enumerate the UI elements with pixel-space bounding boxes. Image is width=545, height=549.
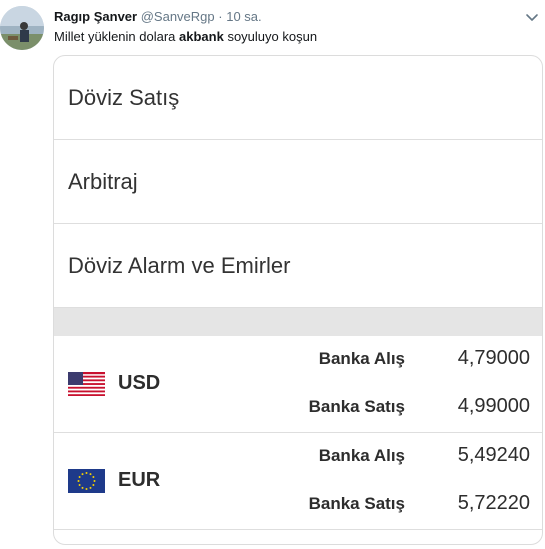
us-flag-icon (68, 372, 105, 396)
currency-row-usd: USD Banka Alış 4,79000 Banka Satış 4,990… (54, 336, 542, 433)
menu-item-label: Arbitraj (68, 168, 138, 194)
separator-dot: · (218, 9, 223, 24)
chevron-down-icon[interactable] (524, 9, 540, 25)
avatar[interactable] (0, 6, 44, 50)
tweet-timestamp[interactable]: 10 sa. (226, 9, 261, 24)
sell-label: Banka Satış (308, 494, 405, 513)
eu-flag-icon (68, 469, 105, 493)
currency-row-eur: EUR Banka Alış 5,49240 Banka Satış 5,722… (54, 433, 542, 530)
buy-value: 4,79000 (457, 347, 530, 369)
buy-label: Banka Alış (318, 349, 405, 368)
menu-item-doviz-alarm: Döviz Alarm ve Emirler (54, 224, 542, 308)
profile-photo (0, 6, 44, 50)
tweet-text-part: soyuluyo koşun (223, 29, 318, 44)
currency-code: EUR (118, 469, 161, 491)
menu-item-arbitraj: Arbitraj (54, 140, 542, 224)
sell-value: 5,72220 (457, 492, 530, 514)
tweet-text-part: Millet yüklenin dolara (54, 29, 180, 44)
tweet-text: Millet yüklenin dolara akbank soyuluyo k… (54, 29, 317, 45)
author-handle[interactable]: @SanveRgp (141, 9, 215, 24)
sell-label: Banka Satış (308, 397, 405, 416)
buy-label: Banka Alış (318, 446, 405, 465)
tweet-header: Ragıp Şanver @SanveRgp · 10 sa. (54, 9, 262, 25)
currency-code: USD (118, 372, 161, 394)
menu-item-doviz-satis: Döviz Satış (54, 56, 542, 140)
menu-item-label: Döviz Satış (68, 84, 180, 110)
author-name[interactable]: Ragıp Şanver (54, 9, 137, 24)
tweet-text-bold: akbank (179, 29, 224, 44)
sell-value: 4,99000 (457, 395, 530, 417)
tweet-media-image[interactable]: Döviz Satış Arbitraj Döviz Alarm ve Emir… (53, 55, 543, 545)
section-divider (54, 308, 542, 336)
buy-value: 5,49240 (457, 444, 530, 466)
menu-item-label: Döviz Alarm ve Emirler (68, 252, 291, 278)
